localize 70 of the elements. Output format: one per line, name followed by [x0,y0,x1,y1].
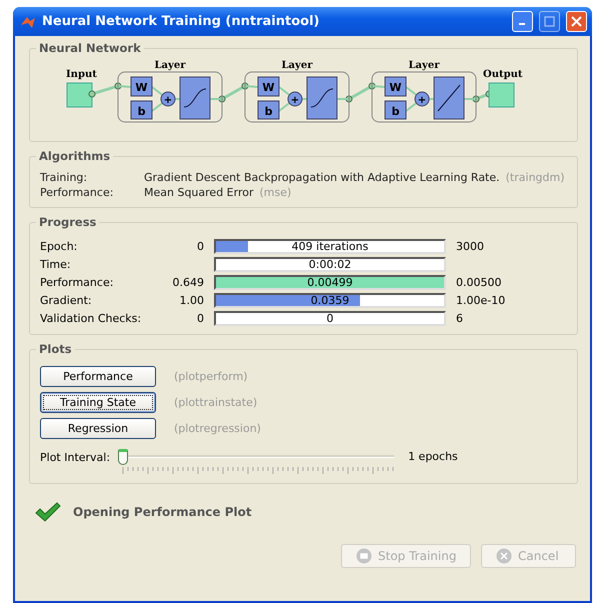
maximize-icon [544,16,555,27]
input-node [66,82,92,108]
sum-node: + [414,92,429,106]
algorithm-name: Mean Squared Error [144,186,254,199]
progress-reading: 0.00499 [307,276,353,289]
cancel-icon [496,548,512,564]
field-label: Validation Checks: [40,312,142,325]
field-label: Gradient: [40,294,93,307]
field-label: Time: [40,258,72,271]
start-value: 0 [196,312,204,325]
bias-block: b [384,100,406,120]
sum-node: + [287,92,302,106]
target-value: 6 [456,312,464,325]
checkmark-icon [35,502,61,522]
plot-button[interactable]: Regression [40,418,156,439]
progress-reading: 409 iterations [292,240,368,253]
start-value: 0.649 [172,276,204,289]
status-message: Opening Performance Plot [73,505,252,519]
progress-reading: 0 [326,312,334,325]
layer-label: Layer [408,60,439,71]
sigmoid-transfer-icon [306,76,337,120]
target-value: 0.00500 [456,276,502,289]
stop-icon [356,548,372,564]
close-button[interactable] [566,11,587,32]
panel-title: Neural Network [36,41,144,55]
field-label: Plot Interval: [40,451,110,464]
layer-label: Layer [154,60,185,71]
weight-block: W [130,76,152,96]
algorithm-name: Gradient Descent Backpropagation with Adaptive Learning Rate. [144,171,500,184]
progress-reading: 0.0359 [310,294,350,307]
slider-thumb[interactable] [118,449,128,465]
panel-title: Algorithms [36,149,114,163]
function-name: (plottrainstate) [174,396,258,409]
field-label: Epoch: [40,240,78,253]
close-icon [571,16,582,27]
minimize-button[interactable] [512,11,533,32]
output-node [488,82,514,108]
layer-label: Layer [281,60,312,71]
connector-line [345,82,375,102]
plot-interval-slider[interactable] [118,449,394,475]
field-label: Performance: [40,186,114,199]
plot-button[interactable]: Performance [40,366,156,387]
window-title: Neural Network Training (nntraintool) [42,14,320,29]
function-name: (traingdm) [506,171,565,184]
bias-block: b [257,100,279,120]
field-label: Performance: [40,276,114,289]
bias-block: b [130,100,152,120]
function-name: (mse) [259,186,292,199]
connector-line [218,82,248,102]
target-value: 1.00e-10 [456,294,506,307]
connector-line [88,82,121,98]
plot-button[interactable]: Training State [40,392,156,413]
interval-reading: 1 epochs [408,450,458,463]
input-label: Input [66,69,96,80]
sigmoid-transfer-icon [179,76,210,120]
start-value: 1.00 [178,294,204,307]
output-label: Output [482,69,522,80]
function-name: (plotperform) [174,370,248,383]
sum-node: + [160,92,175,106]
target-value: 3000 [456,240,485,253]
weight-block: W [384,76,406,96]
maximize-button[interactable] [539,11,560,32]
progress-reading: 0:00:02 [308,258,352,271]
panel-title: Progress [36,215,100,229]
linear-transfer-icon [433,76,464,120]
weight-block: W [257,76,279,96]
panel-title: Plots [36,342,75,356]
function-name: (plotregression) [174,422,261,435]
start-value: 0 [196,240,204,253]
field-label: Training: [40,171,88,184]
